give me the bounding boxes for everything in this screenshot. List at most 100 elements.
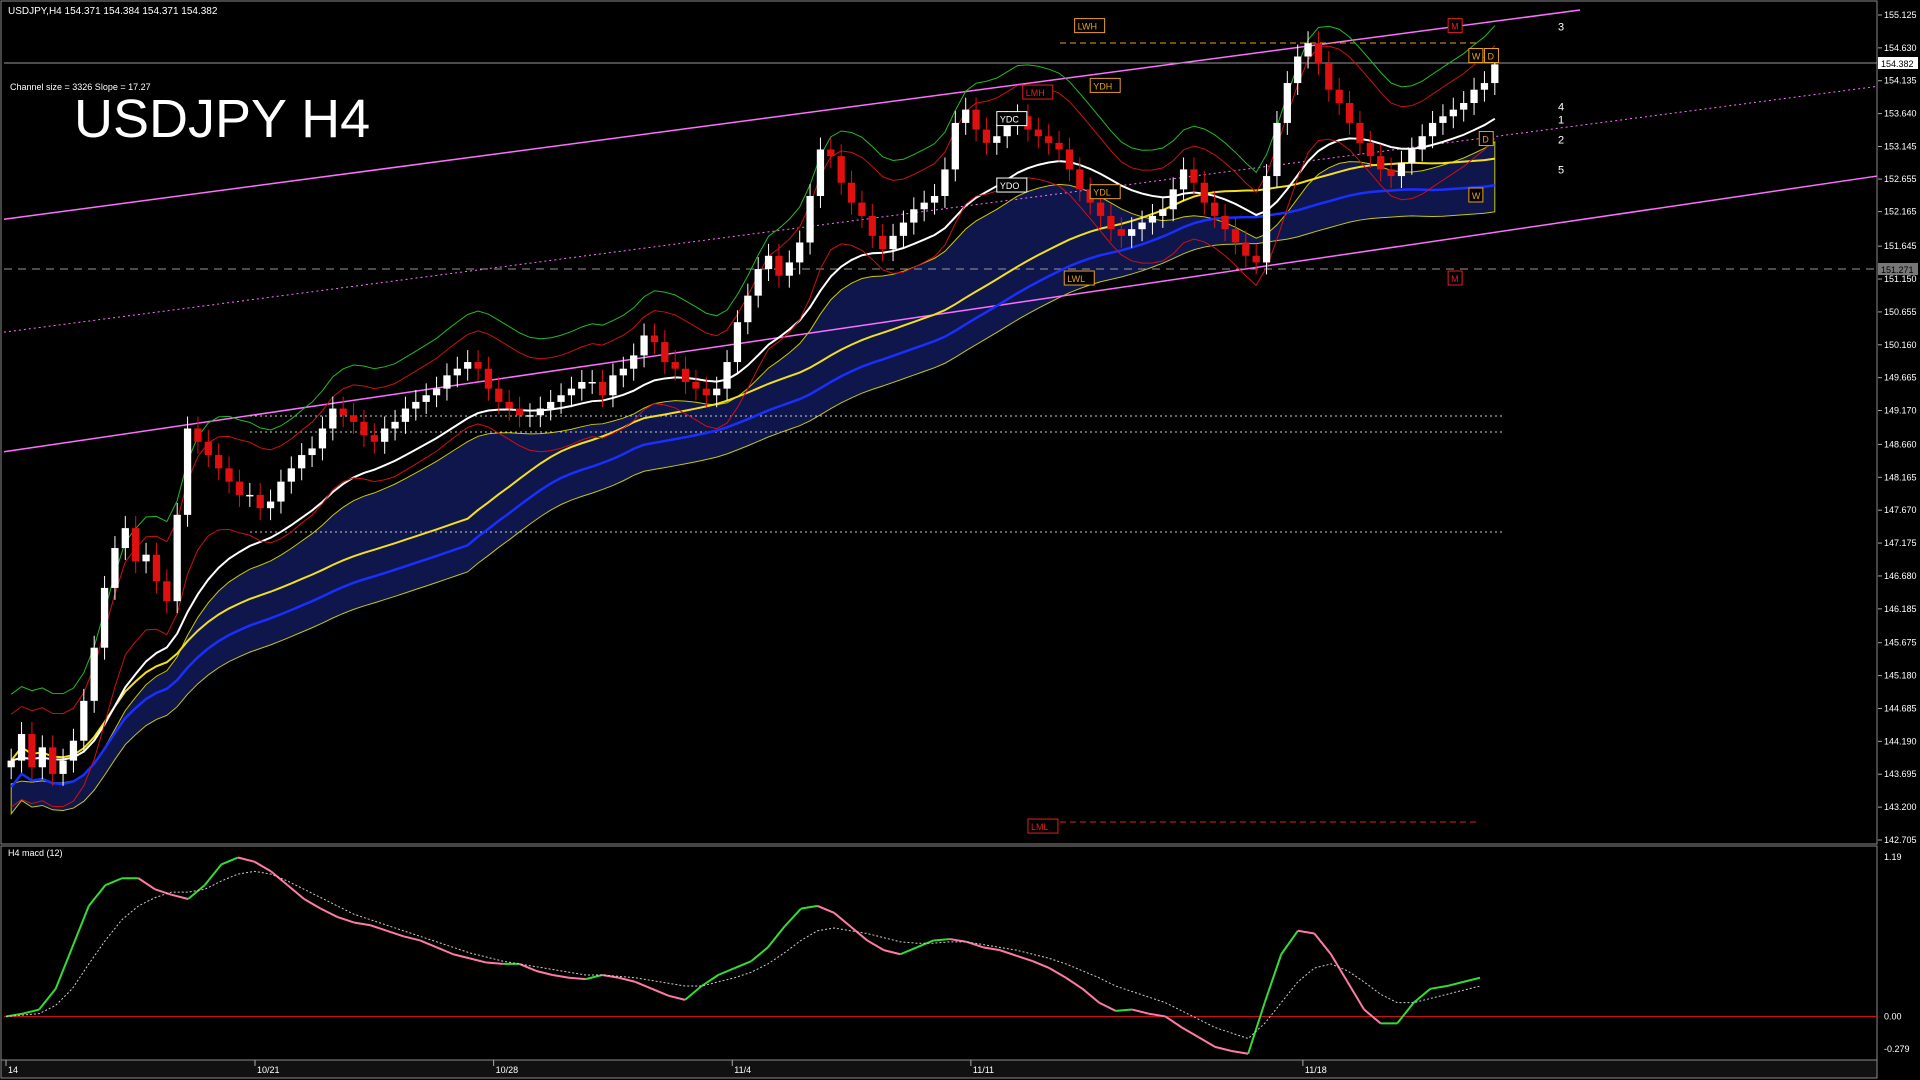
y-tick-label: 143.695: [1884, 769, 1917, 779]
candle-body: [505, 401, 513, 409]
candle-body: [837, 156, 845, 183]
candle-body: [713, 388, 721, 396]
candle-body: [972, 109, 980, 130]
price-levels: [4, 42, 1877, 823]
candle-body: [80, 700, 88, 741]
candle-body: [1076, 169, 1084, 190]
candle-body: [1221, 215, 1229, 230]
candle-body: [1055, 142, 1063, 150]
candle-body: [692, 381, 700, 389]
macd-segment: [71, 905, 90, 948]
candle-body: [962, 109, 970, 123]
candle-body: [256, 494, 264, 509]
candle-body: [1460, 102, 1468, 110]
candle-body: [1242, 242, 1250, 256]
candle-body: [889, 235, 897, 250]
candle-body: [640, 335, 648, 356]
macd-segment: [54, 946, 74, 990]
candle-body: [432, 388, 441, 396]
candle-body: [754, 269, 762, 296]
candle-body: [868, 215, 876, 236]
candle-body: [17, 734, 26, 761]
candle-body: [1045, 136, 1053, 143]
level-label-text: M: [1451, 22, 1459, 32]
candle-body: [1356, 122, 1364, 143]
candle-body: [49, 747, 57, 774]
candle-body: [1148, 215, 1157, 223]
candle-body: [661, 342, 669, 363]
candle-body: [111, 548, 119, 588]
candle-body: [1252, 255, 1260, 263]
macd-segment: [552, 974, 570, 979]
candle-body: [547, 401, 555, 409]
projection-label: 5: [1558, 164, 1564, 176]
candle-body: [28, 734, 36, 768]
macd-segment: [866, 939, 885, 951]
candle-body: [1491, 64, 1499, 84]
candle-body: [609, 375, 617, 396]
y-tick-label: 147.670: [1884, 505, 1917, 515]
macd-segment: [220, 856, 239, 866]
candle-body: [1034, 129, 1042, 137]
candle-body: [1335, 89, 1343, 103]
macd-segment: [353, 921, 371, 927]
blue-ma-line: [10, 184, 1495, 788]
candle-body: [1418, 136, 1426, 150]
candle-body: [630, 355, 638, 369]
candle-body: [951, 122, 959, 170]
price-axis: 155.125 154.630 154.135 153.640 153.145 152.6…: [1878, 10, 1917, 845]
candle-body: [318, 428, 327, 449]
macd-segment: [1015, 954, 1034, 963]
candle-body: [59, 760, 67, 774]
macd-segment: [1048, 967, 1067, 979]
macd-segment: [336, 916, 355, 924]
macd-segment: [303, 898, 322, 910]
macd-segment: [1065, 976, 1084, 990]
chart-window[interactable]: LWHLMHYDHYDCYDOYDLLWLLMLMMW DDW34125 155.…: [0, 0, 1920, 1080]
candle-body: [1138, 222, 1146, 230]
macd-segment: [1430, 985, 1448, 990]
level-label-text: YDC: [1000, 115, 1020, 125]
macd-segment: [1396, 1002, 1415, 1024]
candle-body: [899, 222, 908, 236]
macd-segment: [1463, 976, 1481, 983]
level-label-text: LML: [1031, 822, 1049, 832]
candle-body: [225, 468, 233, 482]
candle-body: [484, 368, 493, 389]
x-tick-label: 11/11: [973, 1065, 994, 1075]
macd-segment: [320, 907, 338, 918]
candle-body: [1397, 162, 1406, 177]
candle-body: [1480, 83, 1489, 90]
macd-segment: [999, 949, 1017, 957]
projection-label: 2: [1558, 135, 1564, 147]
macd-segment: [1032, 960, 1050, 970]
candle-body: [235, 481, 244, 495]
candle-body: [733, 322, 742, 363]
macd-segment: [634, 980, 653, 990]
candle-body: [215, 455, 223, 469]
candle-body: [598, 381, 607, 396]
candle-body: [381, 428, 389, 442]
candle-body: [1117, 229, 1125, 236]
candle-body: [723, 362, 731, 389]
level-label-text: M: [1451, 274, 1459, 284]
candle-body: [474, 362, 482, 369]
candle-body: [443, 375, 451, 389]
macd-segment: [833, 912, 852, 928]
y-tick-label: 144.685: [1884, 703, 1917, 713]
candle-body: [785, 262, 793, 276]
y-tick-label: 153.145: [1884, 142, 1917, 152]
candle-body: [1377, 156, 1385, 170]
candle-body: [69, 740, 78, 761]
macd-segment: [585, 974, 603, 981]
x-tick-label: 11/4: [734, 1065, 751, 1075]
macd-segment: [1181, 1026, 1199, 1039]
symbol-info: USDJPY,H4 154.371 154.384 154.371 154.38…: [8, 6, 218, 17]
macd-segment: [403, 935, 421, 942]
level-label-text: LWH: [1078, 22, 1097, 32]
macd-segment: [1231, 1050, 1249, 1055]
candle-body: [1345, 102, 1354, 123]
candle-body: [619, 368, 627, 376]
candle-body: [287, 468, 295, 482]
candle-body: [298, 455, 306, 469]
